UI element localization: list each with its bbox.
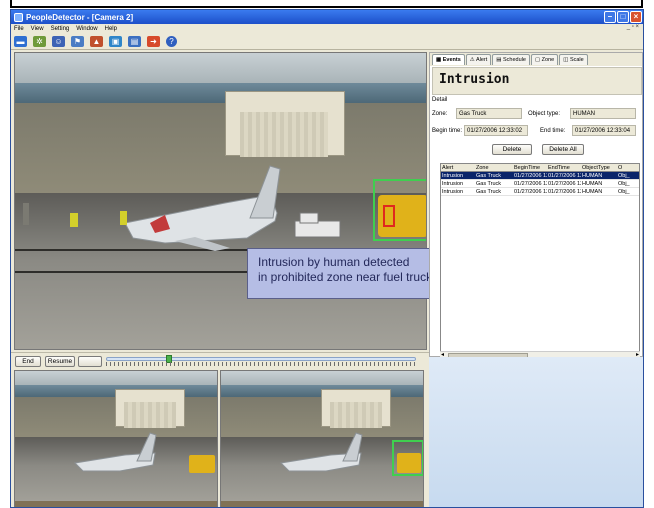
app-icon: [14, 12, 23, 22]
object-type-label: Object type:: [528, 110, 561, 117]
menu-window[interactable]: Window: [76, 26, 97, 32]
cell: 01/27/2006 12: [514, 189, 547, 195]
table-row[interactable]: Intrusion Gas Truck 01/27/2006 12 01/27/…: [441, 172, 639, 180]
zone-field[interactable]: Gas Truck: [456, 108, 522, 119]
schedule-icon: ▤: [496, 57, 502, 63]
end-time-label: End time:: [540, 127, 566, 134]
detail-label: Detail: [432, 97, 448, 103]
zone-row: Zone: Gas Truck Object type: HUMAN: [432, 107, 640, 120]
timeline-slider[interactable]: [106, 355, 416, 366]
object-type-field[interactable]: HUMAN: [570, 108, 636, 119]
delete-all-button[interactable]: Delete All: [542, 144, 584, 155]
display-icon[interactable]: ▤: [128, 36, 141, 47]
camera-icon[interactable]: ▬: [14, 36, 27, 47]
cell: HUMAN: [582, 189, 603, 195]
panel-tabs: ▦ Events ⚠ Alert ▤ Schedule ▢ Zone ◫ Sca…: [430, 53, 642, 66]
blank-button[interactable]: [78, 356, 102, 367]
resume-button[interactable]: Resume: [45, 356, 75, 367]
cell: Intrusion: [442, 189, 464, 195]
empty-panel-area: [429, 357, 643, 507]
app-window: PeopleDetector - [Camera 2] – □ × File V…: [10, 9, 644, 508]
cell: Gas Truck: [476, 189, 502, 195]
close-button[interactable]: ×: [630, 11, 642, 23]
event-panel: ▦ Events ⚠ Alert ▤ Schedule ▢ Zone ◫ Sca…: [429, 52, 643, 358]
cell: Gas Truck: [476, 181, 502, 187]
menu-file[interactable]: File: [14, 26, 24, 32]
settings-icon[interactable]: ✲: [33, 36, 46, 47]
window-title: PeopleDetector - [Camera 2]: [26, 12, 134, 22]
col-alert[interactable]: Alert: [441, 164, 475, 171]
table-header: Alert Zone BeginTime EndTime ObjectType …: [441, 164, 639, 172]
col-objecttype[interactable]: ObjectType: [581, 164, 617, 171]
scale-icon: ◫: [563, 57, 569, 63]
end-button[interactable]: End: [15, 356, 41, 367]
people-icon[interactable]: ☺: [52, 36, 65, 47]
scene-illustration: [23, 165, 341, 251]
cell: 01/27/2006 12: [548, 189, 581, 195]
col-zone[interactable]: Zone: [475, 164, 513, 171]
table-row[interactable]: Intrusion Gas Truck 01/27/2006 12 01/27/…: [441, 180, 639, 188]
tab-scale[interactable]: ◫ Scale: [559, 54, 588, 65]
tab-events[interactable]: ▦ Events: [432, 54, 465, 65]
cell: 01/27/2006 12: [514, 173, 547, 179]
chart-icon[interactable]: ▲: [90, 36, 103, 47]
cell: 01/27/2006 12: [548, 181, 581, 187]
tab-alert[interactable]: ⚠ Alert: [465, 54, 492, 65]
tab-schedule[interactable]: ▤ Schedule: [492, 54, 530, 65]
zone-label: Zone:: [432, 110, 448, 117]
maximize-button[interactable]: □: [617, 11, 629, 23]
menu-setting[interactable]: Setting: [51, 26, 70, 32]
col-begintime[interactable]: BeginTime: [513, 164, 547, 171]
human-detection-box: [383, 205, 395, 227]
toolbar: ▬ ✲ ☺ ⚑ ▲ ▣ ▤ ➜ ?: [11, 34, 643, 50]
cell: Intrusion: [442, 173, 464, 179]
cell: Gas Truck: [476, 173, 502, 179]
cell: Obj_: [618, 181, 630, 187]
menu-bar: File View Setting Window Help _ ▫ ×: [11, 24, 643, 34]
page: PeopleDetector - [Camera 2] – □ × File V…: [0, 0, 654, 508]
end-time-field[interactable]: 01/27/2006 12:33:04: [572, 125, 636, 136]
cell: 01/27/2006 12: [548, 173, 581, 179]
event-title: Intrusion: [432, 67, 642, 95]
tab-zone[interactable]: ▢ Zone: [530, 54, 559, 65]
minimize-button[interactable]: –: [604, 11, 616, 23]
mdi-controls[interactable]: _ ▫ ×: [627, 24, 639, 30]
table-row[interactable]: Intrusion Gas Truck 01/27/2006 12 01/27/…: [441, 188, 639, 196]
flag-icon[interactable]: ⚑: [71, 36, 84, 47]
time-row: Begin time: 01/27/2006 12:33:02 End time…: [432, 124, 640, 137]
alert-icon: ⚠: [469, 57, 475, 63]
cell: Obj_: [618, 189, 630, 195]
events-icon: ▦: [436, 57, 442, 63]
main-camera-view[interactable]: [14, 52, 427, 350]
zone-icon: ▢: [534, 57, 541, 63]
cell: Intrusion: [442, 181, 464, 187]
menu-help[interactable]: Help: [105, 26, 117, 32]
menu-view[interactable]: View: [31, 26, 44, 32]
begin-time-label: Begin time:: [432, 127, 463, 134]
cell: HUMAN: [582, 181, 603, 187]
cell: HUMAN: [582, 173, 603, 179]
title-bar: PeopleDetector - [Camera 2] – □ ×: [11, 10, 643, 24]
col-object[interactable]: O: [617, 164, 639, 171]
cell: Obj_: [618, 173, 630, 179]
delete-button[interactable]: Delete: [492, 144, 532, 155]
col-endtime[interactable]: EndTime: [547, 164, 581, 171]
cell: 01/27/2006 12: [514, 181, 547, 187]
camera-thumbnail-1[interactable]: [14, 370, 218, 507]
events-table: Alert Zone BeginTime EndTime ObjectType …: [440, 163, 640, 353]
help-icon[interactable]: ?: [166, 36, 177, 47]
caption-banner: [10, 0, 643, 8]
playback-bar: End Resume: [11, 352, 429, 368]
camera-thumbnail-2[interactable]: [220, 370, 424, 507]
exit-icon[interactable]: ➜: [147, 36, 160, 47]
begin-time-field[interactable]: 01/27/2006 12:33:02: [464, 125, 528, 136]
monitor-icon[interactable]: ▣: [109, 36, 122, 47]
